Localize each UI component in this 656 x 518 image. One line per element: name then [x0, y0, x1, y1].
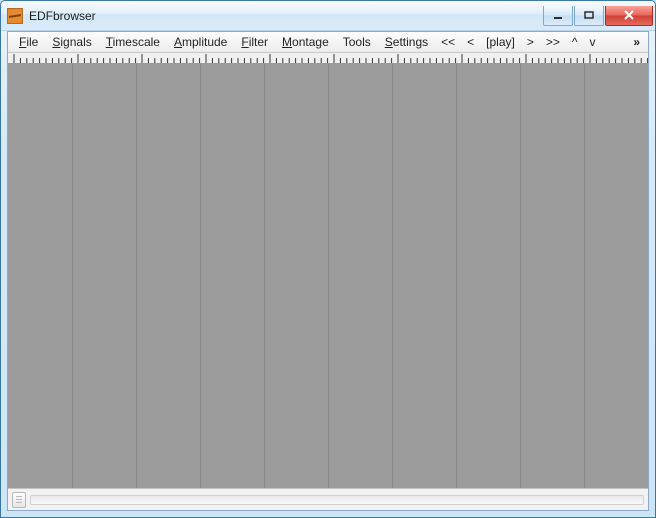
menu-montage[interactable]: Montage	[275, 33, 336, 51]
gridline	[72, 64, 73, 488]
menu-overflow[interactable]: »	[629, 33, 644, 51]
menubar: File Signals Timescale Amplitude Filter …	[8, 32, 648, 53]
nav-rewind-fast[interactable]: <<	[435, 33, 461, 51]
time-ruler	[8, 53, 648, 64]
close-icon	[623, 10, 635, 20]
horizontal-scrollbar[interactable]	[8, 488, 648, 510]
menu-timescale[interactable]: Timescale	[99, 33, 167, 51]
app-window: EDFbrowser File Signals Timescale Amplit…	[0, 0, 656, 518]
gridline	[328, 64, 329, 488]
client-area: File Signals Timescale Amplitude Filter …	[7, 31, 649, 511]
minimize-icon	[553, 11, 563, 19]
menu-filter[interactable]: Filter	[234, 33, 275, 51]
gridline	[520, 64, 521, 488]
menu-settings[interactable]: Settings	[378, 33, 435, 51]
window-title: EDFbrowser	[29, 9, 543, 23]
nav-up[interactable]: ^	[566, 33, 584, 51]
menu-amplitude[interactable]: Amplitude	[167, 33, 234, 51]
ruler-ticks-icon	[8, 53, 648, 64]
gridline	[584, 64, 585, 488]
gridline	[200, 64, 201, 488]
scroll-thumb[interactable]	[12, 492, 26, 508]
window-controls	[543, 6, 653, 26]
menu-file[interactable]: File	[12, 33, 45, 51]
nav-down[interactable]: v	[584, 33, 602, 51]
app-icon	[7, 8, 23, 24]
gridline	[136, 64, 137, 488]
menu-signals[interactable]: Signals	[45, 33, 98, 51]
nav-forward[interactable]: >	[521, 33, 540, 51]
scroll-track[interactable]	[30, 495, 644, 505]
close-button[interactable]	[605, 6, 653, 26]
nav-rewind[interactable]: <	[461, 33, 480, 51]
gridline	[264, 64, 265, 488]
gridline	[392, 64, 393, 488]
menu-tools[interactable]: Tools	[336, 33, 378, 51]
signal-canvas[interactable]	[8, 64, 648, 488]
nav-forward-fast[interactable]: >>	[540, 33, 566, 51]
maximize-icon	[584, 11, 594, 19]
maximize-button[interactable]	[574, 6, 604, 26]
minimize-button[interactable]	[543, 6, 573, 26]
nav-play[interactable]: [play]	[480, 33, 521, 51]
gridline	[456, 64, 457, 488]
titlebar[interactable]: EDFbrowser	[1, 1, 655, 31]
